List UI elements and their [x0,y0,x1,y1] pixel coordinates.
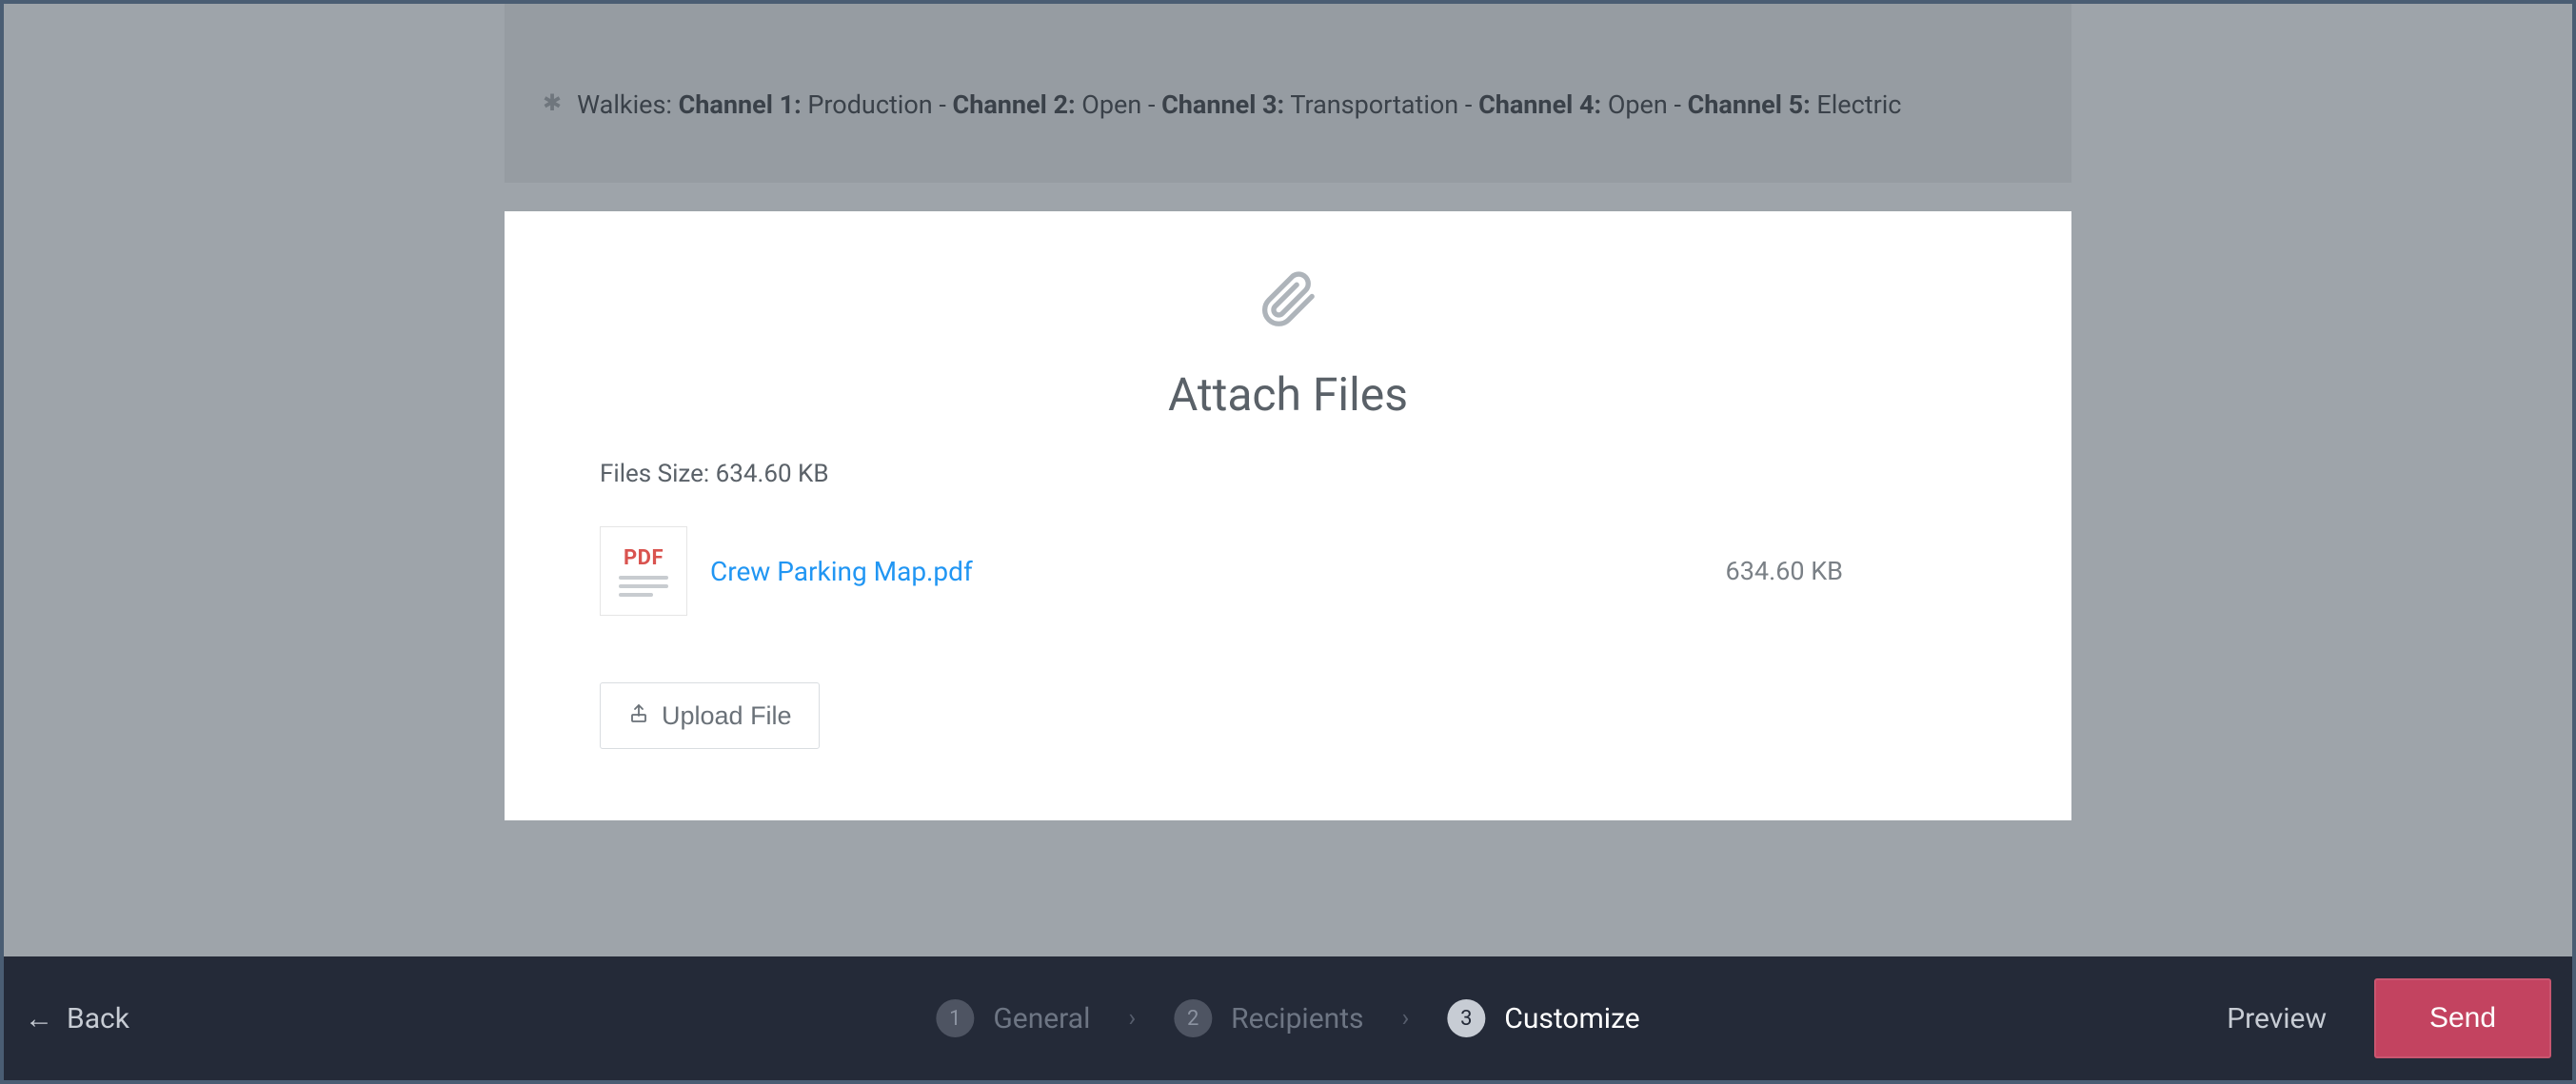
walkies-text: Walkies: Channel 1: Production - Channel… [577,89,1901,120]
step-general[interactable]: 1 General [936,999,1090,1037]
step-recipients[interactable]: 2 Recipients [1174,999,1363,1037]
preview-button[interactable]: Preview [2227,1002,2327,1035]
step-indicator: 1 General › 2 Recipients › 3 Customize [936,999,1639,1037]
back-label: Back [67,1002,129,1035]
upload-file-button[interactable]: Upload File [600,682,820,749]
send-button[interactable]: Send [2374,978,2551,1058]
back-button[interactable]: ← Back [25,1002,129,1035]
walkies-info-bar: ✱ Walkies: Channel 1: Production - Chann… [505,4,2071,183]
step-customize[interactable]: 3 Customize [1447,999,1639,1037]
file-name-link[interactable]: Crew Parking Map.pdf [710,556,973,587]
pdf-file-icon: PDF [600,526,687,616]
wizard-footer: ← Back 1 General › 2 Recipients › 3 Cust… [4,956,2572,1080]
upload-file-label: Upload File [662,701,792,731]
file-row: PDF Crew Parking Map.pdf 634.60 KB [600,526,1976,616]
chevron-right-icon: › [1128,1004,1136,1033]
files-size-label: Files Size: 634.60 KB [600,460,1976,488]
chevron-right-icon: › [1401,1004,1409,1033]
file-size-value: 634.60 KB [1726,556,1843,586]
attach-files-title: Attach Files [1168,367,1408,422]
arrow-left-icon: ← [25,1002,53,1035]
upload-icon [627,701,650,731]
asterisk-icon: ✱ [543,89,562,116]
attach-files-card: Attach Files Files Size: 634.60 KB PDF C… [505,211,2071,820]
paperclip-icon [1258,268,1318,333]
